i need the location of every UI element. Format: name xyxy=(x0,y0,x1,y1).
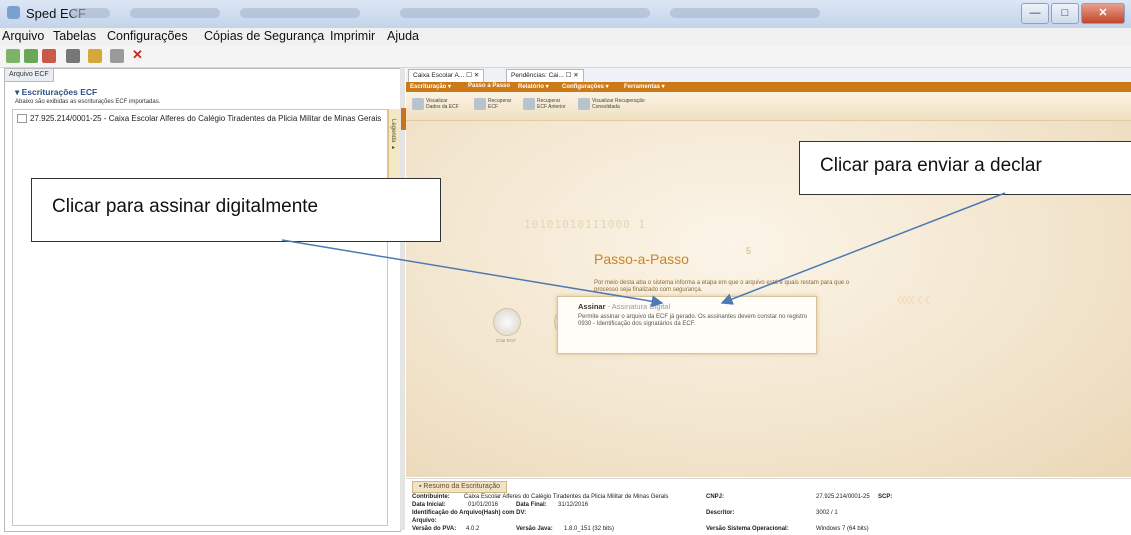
label: Versão Sistema Operacional: xyxy=(706,526,789,532)
menu-configuracoes[interactable]: Configurações xyxy=(107,29,188,43)
minimize-button[interactable]: — xyxy=(1021,3,1049,24)
data-inicial-value: 01/01/2016 xyxy=(468,502,499,508)
callout-enviar: Clicar para enviar a declar xyxy=(799,141,1131,195)
list-item[interactable]: 27.925.214/0001-25 - Caixa Escolar Alfer… xyxy=(17,114,381,124)
toolbar: ✕ xyxy=(0,45,1131,68)
label: Versão do PVA: xyxy=(412,526,457,532)
summary-heading[interactable]: ▪ Resumo da Escrituração xyxy=(412,481,508,493)
binary-decoration: 10101010111000 1 xyxy=(524,218,646,231)
callout-assinar: Clicar para assinar digitalmente xyxy=(31,178,441,242)
ribbon: Visualizar Dados da ECF Recuperar ECF Re… xyxy=(406,92,1131,121)
tab-pendencias[interactable]: Pendências: Cai... ☐ ✕ xyxy=(506,69,584,82)
folder-icon[interactable] xyxy=(66,49,80,63)
new-icon[interactable] xyxy=(6,49,20,63)
blurred-title-area xyxy=(70,8,830,18)
callout-text: Clicar para enviar a declar xyxy=(820,155,1042,176)
step-number: 5 xyxy=(746,246,752,256)
menu-imprimir[interactable]: Imprimir xyxy=(330,29,375,43)
recuperar-ecf-anterior-button[interactable]: Recuperar ECF Anterior xyxy=(523,98,566,112)
ecf-workspace: Caixa Escolar A... ☐ ✕ Pendências: Cai..… xyxy=(406,68,1131,535)
window-title-bar: Sped ECF — □ ✕ xyxy=(0,0,1131,29)
arrows-decoration: ‹‹‹‹ ‹ ‹ xyxy=(896,286,931,311)
tab-caixa-escolar[interactable]: Caixa Escolar A... ☐ ✕ xyxy=(408,69,485,82)
label: Data Final: xyxy=(516,502,547,508)
tab-arquivo-ecf[interactable]: Arquivo ECF xyxy=(5,69,54,82)
menu-bar: Arquivo Tabelas Configurações Cópias de … xyxy=(0,28,1131,45)
recuperar-ecf-button[interactable]: Recuperar ECF xyxy=(474,98,511,112)
tabs-row: Caixa Escolar A... ☐ ✕ Pendências: Cai..… xyxy=(406,68,1131,83)
app-icon xyxy=(7,6,20,19)
so-value: Windows 7 (64 bits) xyxy=(816,526,869,532)
contribuinte-value: Caixa Escolar Alferes do Calégio Tiraden… xyxy=(464,494,669,500)
menu-escrituracao[interactable]: Escrituração ▾ xyxy=(410,83,451,90)
escrituracoes-list: 27.925.214/0001-25 - Caixa Escolar Alfer… xyxy=(12,109,388,526)
assinar-tooltip: Assinar - Assinatura Digital Permite ass… xyxy=(557,296,817,354)
menu-ferramentas[interactable]: Ferramentas ▾ xyxy=(624,83,665,90)
tooltip-subtitle: - Assinatura Digital xyxy=(607,302,671,311)
menu-arquivo[interactable]: Arquivo xyxy=(2,29,44,43)
visualizar-dados-button[interactable]: Visualizar Dados da ECF xyxy=(412,98,459,112)
file-icon xyxy=(17,114,27,124)
maximize-button[interactable]: □ xyxy=(1051,3,1079,24)
menu-ajuda[interactable]: Ajuda xyxy=(387,29,419,43)
step-criar-ecf[interactable] xyxy=(493,308,521,336)
label: Contribuinte: xyxy=(412,494,450,500)
close-window-button[interactable]: ✕ xyxy=(1081,3,1125,24)
label: SCP: xyxy=(878,494,893,500)
callout-text: Clicar para assinar digitalmente xyxy=(52,196,319,217)
java-value: 1.8.0_151 (32 bits) xyxy=(564,526,615,532)
step-label: Criar ECF xyxy=(496,338,516,343)
panel-heading[interactable]: ▾ Escriturações ECF xyxy=(15,87,97,98)
label: Versão Java: xyxy=(516,526,553,532)
edit-icon[interactable] xyxy=(88,49,102,63)
tooltip-text: Permite assinar o arquivo da ECF já gera… xyxy=(578,314,808,327)
label: Arquivo: xyxy=(412,518,437,524)
label: Data Inicial: xyxy=(412,502,446,508)
visualizar-recuperacao-button[interactable]: Visualizar Recuperação Consolidada xyxy=(578,98,645,112)
menu-relatorio[interactable]: Relatório ▾ xyxy=(518,83,549,90)
data-final-value: 31/12/2016 xyxy=(558,502,589,508)
descritor-value: 3002 / 1 xyxy=(816,510,838,516)
menu-passo-a-passo[interactable]: Passo a Passo xyxy=(468,83,510,89)
escrituracoes-panel: Arquivo ECF ▾ Escriturações ECF Abaixo s… xyxy=(4,68,401,532)
list-icon[interactable] xyxy=(110,49,124,63)
pva-value: 4.0.2 xyxy=(466,526,480,532)
label: Identificação do Arquivo(Hash) com DV: xyxy=(412,510,527,516)
orange-menu: Escrituração ▾ Passo a Passo Relatório ▾… xyxy=(406,82,1131,92)
export-icon[interactable] xyxy=(42,49,56,63)
resumo-escrituracao: ▪ Resumo da Escrituração Contribuinte: C… xyxy=(406,478,1131,535)
passo-a-passo-title: Passo-a-Passo xyxy=(594,251,689,267)
panel-splitter[interactable] xyxy=(400,68,405,530)
delete-icon[interactable]: ✕ xyxy=(132,48,146,63)
import-icon[interactable] xyxy=(24,49,38,63)
tooltip-title: Assinar xyxy=(578,302,606,311)
label: Descritor: xyxy=(706,510,735,516)
cnpj-value: 27.925.214/0001-25 xyxy=(816,494,870,500)
panel-subtitle: Abaixo são exibidas as escriturações ECF… xyxy=(15,99,161,105)
menu-tabelas[interactable]: Tabelas xyxy=(53,29,96,43)
menu-copias-de-seguranca[interactable]: Cópias de Segurança xyxy=(204,29,324,43)
passo-a-passo-description: Por meio desta aba o sistema informa a e… xyxy=(594,280,850,293)
menu-configuracoes-ecf[interactable]: Configurações ▾ xyxy=(562,83,609,90)
label: CNPJ: xyxy=(706,494,725,500)
